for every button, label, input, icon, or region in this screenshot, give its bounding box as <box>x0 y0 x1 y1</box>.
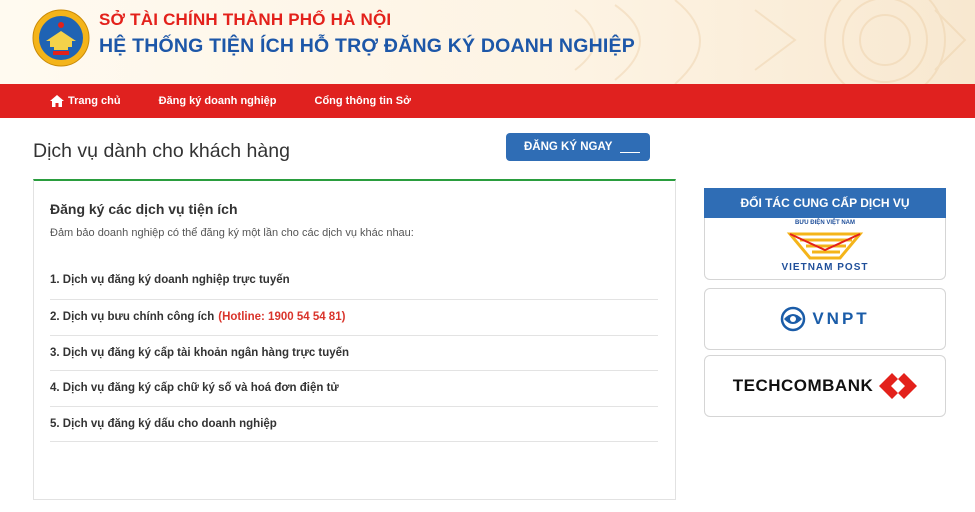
nav-item-business-registration-label: Đăng ký doanh nghiệp <box>158 95 277 107</box>
nav-item-department-portal[interactable]: Cổng thông tin Sở <box>315 95 411 107</box>
service-item-bank-account[interactable]: 3. Dịch vụ đăng ký cấp tài khoản ngân hà… <box>50 336 658 371</box>
service-item-digital-signature[interactable]: 4. Dịch vụ đăng ký cấp chữ ký số và hoá … <box>50 371 658 407</box>
vnpost-name: VIETNAM POST <box>781 262 869 273</box>
partners-sidebar: ĐỐI TÁC CUNG CẤP DỊCH VỤ BƯU ĐIỆN VIỆT N… <box>704 188 946 417</box>
service-item-online-registration[interactable]: 1. Dịch vụ đăng ký doanh nghiệp trực tuy… <box>50 260 658 300</box>
header-title-line2: HỆ THỐNG TIỆN ÍCH HỖ TRỢ ĐĂNG KÝ DOANH N… <box>99 35 635 57</box>
home-icon <box>50 95 64 107</box>
partners-heading: ĐỐI TÁC CUNG CẤP DỊCH VỤ <box>704 188 946 218</box>
register-now-label: ĐĂNG KÝ NGAY <box>524 141 613 153</box>
services-panel: Đăng ký các dịch vụ tiện ích Đảm bảo doa… <box>33 179 676 500</box>
service-item-seal[interactable]: 5. Dịch vụ đăng ký dấu cho doanh nghiệp <box>50 407 658 442</box>
button-underline-decoration <box>620 152 640 153</box>
vietnam-post-logo-icon <box>786 232 864 259</box>
main-nav: Trang chủ Đăng ký doanh nghiệp Cổng thôn… <box>0 84 975 118</box>
partner-techcombank[interactable]: TECHCOMBANK <box>704 355 946 417</box>
nav-item-department-portal-label: Cổng thông tin Sở <box>314 95 411 107</box>
emblem-logo[interactable] <box>32 9 90 67</box>
nav-item-home-label: Trang chủ <box>68 95 121 107</box>
hotline-text: (Hotline: 1900 54 54 81) <box>218 311 346 324</box>
panel-heading: Đăng ký các dịch vụ tiện ích <box>50 201 238 217</box>
site-header: SỞ TÀI CHÍNH THÀNH PHỐ HÀ NỘI HỆ THỐNG T… <box>0 0 975 84</box>
service-item-postal[interactable]: 2. Dịch vụ bưu chính công ích (Hotline: … <box>50 300 658 336</box>
techcombank-logo-icon <box>879 373 918 399</box>
page-title: Dịch vụ dành cho khách hàng <box>33 140 290 162</box>
service-label: 3. Dịch vụ đăng ký cấp tài khoản ngân hà… <box>50 346 350 359</box>
partner-vnpt[interactable]: VNPT <box>704 288 946 350</box>
service-list: 1. Dịch vụ đăng ký doanh nghiệp trực tuy… <box>50 260 658 442</box>
panel-description: Đảm bảo doanh nghiệp có thể đăng ký một … <box>50 227 414 239</box>
nav-item-business-registration[interactable]: Đăng ký doanh nghiệp <box>159 95 277 107</box>
header-title-line1: SỞ TÀI CHÍNH THÀNH PHỐ HÀ NỘI <box>99 10 392 29</box>
service-label: 5. Dịch vụ đăng ký dấu cho doanh nghiệp <box>50 417 277 430</box>
vnpt-name: VNPT <box>812 309 870 328</box>
vnpt-logo-icon <box>781 306 806 332</box>
service-label: 1. Dịch vụ đăng ký doanh nghiệp trực tuy… <box>50 273 290 286</box>
partner-vietnam-post[interactable]: BƯU ĐIỆN VIỆT NAM VIETNAM POST <box>704 218 946 280</box>
techcombank-name: TECHCOMBANK <box>732 376 874 395</box>
service-label: 4. Dịch vụ đăng ký cấp chữ ký số và hoá … <box>50 382 339 395</box>
service-label: 2. Dịch vụ bưu chính công ích <box>50 311 215 324</box>
register-now-button[interactable]: ĐĂNG KÝ NGAY <box>506 133 650 161</box>
vnpost-tagline: BƯU ĐIỆN VIỆT NAM <box>795 220 855 226</box>
nav-item-home[interactable]: Trang chủ <box>50 95 121 107</box>
